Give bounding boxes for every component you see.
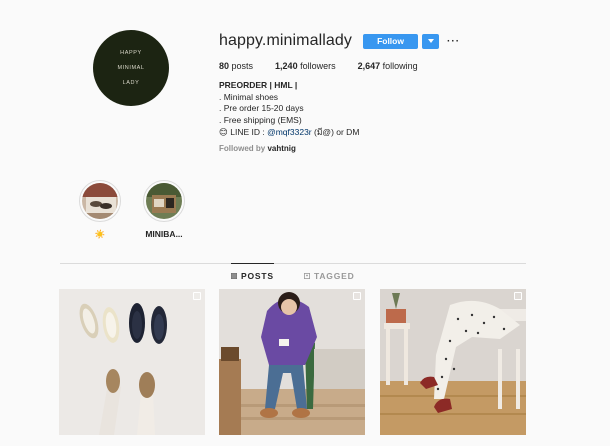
tab-posts-label: POSTS	[241, 270, 274, 281]
profile-info: happy.minimallady Follow ··· 80 posts 1,…	[219, 31, 599, 153]
post-image	[219, 289, 365, 435]
followed-by: Followed by vahtnig	[219, 143, 296, 153]
highlight-thumbnail	[146, 183, 182, 219]
highlight-item[interactable]: ☀️	[70, 180, 130, 240]
highlight-cover	[79, 180, 121, 222]
followed-by-user-link[interactable]: vahtnig	[267, 144, 295, 153]
multiple-photos-icon	[193, 292, 201, 300]
avatar-text-line-2: MINIMAL	[117, 64, 145, 71]
highlight-item[interactable]: MINIBA...	[134, 180, 194, 239]
profile-username: happy.minimallady	[219, 32, 353, 49]
line-id-link[interactable]: @mqf3323r	[267, 127, 312, 137]
highlight-cover	[143, 180, 185, 222]
bio-name: PREORDER | HML |	[219, 80, 298, 90]
multiple-photos-icon	[353, 292, 361, 300]
chevron-down-icon	[427, 39, 434, 43]
suggested-dropdown-button[interactable]	[422, 33, 440, 49]
multiple-photos-icon	[514, 292, 522, 300]
highlight-label: MINIBA...	[145, 229, 183, 239]
bio-line: . Free shipping (EMS)	[219, 115, 302, 126]
profile-title-row: happy.minimallady Follow ···	[219, 31, 599, 51]
tagged-person-icon	[304, 273, 310, 279]
bio-line: . Minimal shoes	[219, 91, 279, 102]
post-thumbnail[interactable]	[59, 289, 205, 435]
smile-emoji-icon: 😊	[219, 126, 228, 137]
profile-avatar[interactable]: HAPPY MINIMAL LADY	[93, 30, 169, 106]
avatar-text-line-1: HAPPY	[120, 49, 142, 56]
more-options-button[interactable]: ···	[447, 36, 460, 47]
highlight-thumbnail	[82, 183, 118, 219]
profile-bio: PREORDER | HML | . Minimal shoes . Pre o…	[219, 80, 599, 139]
grid-icon	[231, 272, 237, 279]
post-image	[380, 289, 526, 435]
profile-stats: 80 posts 1,240 followers 2,647 following	[219, 61, 599, 73]
bio-line: . Pre order 15-20 days	[219, 103, 304, 114]
profile-tabs: POSTS TAGGED	[0, 263, 610, 288]
stat-followers[interactable]: 1,240 followers	[275, 61, 336, 73]
highlight-label: ☀️	[94, 229, 106, 239]
follow-button[interactable]: Follow	[363, 33, 419, 49]
post-thumbnail[interactable]	[219, 289, 365, 435]
tab-tagged[interactable]: TAGGED	[304, 264, 355, 288]
stat-posts: 80 posts	[219, 61, 254, 71]
tab-tagged-label: TAGGED	[314, 271, 355, 281]
stat-following[interactable]: 2,647 following	[358, 61, 418, 73]
post-thumbnail[interactable]	[380, 289, 526, 435]
bio-line-contact: 😊 LINE ID : @mqf3323r (มี@) or DM	[219, 126, 360, 137]
tab-posts[interactable]: POSTS	[231, 263, 274, 287]
avatar-text-line-3: LADY	[122, 79, 140, 86]
post-image	[59, 289, 205, 435]
profile-header: HAPPY MINIMAL LADY happy.minimallady Fol…	[0, 0, 610, 175]
